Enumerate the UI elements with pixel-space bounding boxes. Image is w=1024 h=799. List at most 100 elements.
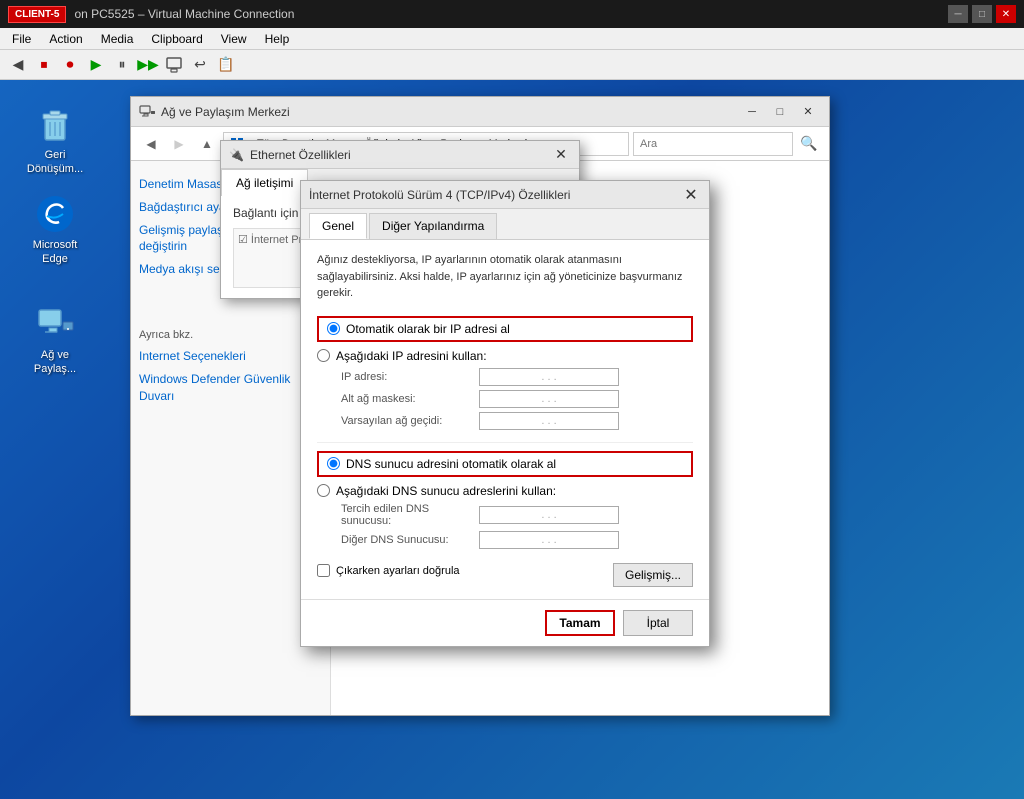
subnet-mask-row: Alt ağ maskesi: . . .: [317, 388, 693, 410]
ipv4-tab-general[interactable]: Genel: [309, 213, 367, 239]
advanced-button[interactable]: Gelişmiş...: [613, 563, 693, 587]
manual-dns-radio-row[interactable]: Aşağıdaki DNS sunucu adreslerini kullan:: [317, 481, 693, 501]
ip-address-row: IP adresi: . . .: [317, 366, 693, 388]
ethernet-icon: 🔌: [229, 148, 244, 162]
validate-checkbox[interactable]: [317, 564, 330, 577]
preferred-dns-row: Tercih edilen DNS sunucusu: . . .: [317, 501, 693, 529]
ipv4-close-button[interactable]: ✕: [681, 185, 701, 205]
ethernet-tab-network[interactable]: Ağ iletişimi: [221, 169, 308, 196]
menu-action[interactable]: Action: [41, 30, 90, 48]
vm-toolbar: ◀ ⏹ ⏺ ▶ ⏸ ▶▶ ↩ 📋: [0, 50, 1024, 80]
toolbar-stop-button[interactable]: ⏹: [32, 53, 56, 77]
sidebar-link-firewall[interactable]: Windows Defender Güvenlik Duvarı: [139, 368, 322, 408]
client-badge: CLIENT-5: [8, 6, 66, 23]
manual-dns-radio[interactable]: [317, 484, 330, 497]
network-window-title-text: Ağ ve Paylaşım Merkezi: [161, 105, 290, 119]
edge-icon: [35, 194, 75, 234]
search-button[interactable]: 🔍: [797, 132, 821, 156]
alternate-dns-input[interactable]: . . .: [479, 531, 619, 549]
ethernet-close-button[interactable]: ✕: [551, 145, 571, 165]
ipv4-titlebar: İnternet Protokolü Sürüm 4 (TCP/IPv4) Öz…: [301, 181, 709, 209]
sidebar-also-section: Ayrıca bkz. Internet Seçenekleri Windows…: [139, 297, 322, 407]
manual-ip-label: Aşağıdaki IP adresini kullan:: [336, 349, 487, 363]
nav-back-button[interactable]: ◀: [139, 132, 163, 156]
auto-dns-radio[interactable]: [327, 457, 340, 470]
toolbar-back-button[interactable]: ◀: [6, 53, 30, 77]
auto-ip-label: Otomatik olarak bir IP adresi al: [346, 322, 510, 336]
gateway-input[interactable]: . . .: [479, 412, 619, 430]
sidebar-also-label: Ayrıca bkz.: [139, 329, 322, 341]
vm-title-left: CLIENT-5 on PC5525 – Virtual Machine Con…: [8, 6, 294, 23]
ip-address-label: IP adresi:: [341, 371, 471, 383]
search-input[interactable]: [633, 132, 793, 156]
network-window-controls: ─ □ ✕: [739, 101, 821, 123]
vm-close-button[interactable]: ✕: [996, 5, 1016, 23]
toolbar-forward-button[interactable]: ▶▶: [136, 53, 160, 77]
network-close-button[interactable]: ✕: [795, 101, 821, 123]
vm-title-controls: ─ □ ✕: [948, 5, 1016, 23]
alternate-dns-row: Diğer DNS Sunucusu: . . .: [317, 529, 693, 551]
manual-ip-radio[interactable]: [317, 349, 330, 362]
menu-file[interactable]: File: [4, 30, 39, 48]
desktop: GeriDönüşüm... MicrosoftEdge: [0, 80, 1024, 799]
toolbar-play-button[interactable]: ▶: [84, 53, 108, 77]
vm-minimize-button[interactable]: ─: [948, 5, 968, 23]
subnet-mask-input[interactable]: . . .: [479, 390, 619, 408]
network-label: Ağ vePaylaş...: [34, 348, 76, 377]
network-window-title: Ağ ve Paylaşım Merkezi: [139, 104, 290, 120]
ipv4-body: Ağınız destekliyorsa, IP ayarlarının oto…: [301, 240, 709, 599]
toolbar-clipboard-button[interactable]: 📋: [214, 53, 238, 77]
gateway-label: Varsayılan ağ geçidi:: [341, 415, 471, 427]
auto-dns-label: DNS sunucu adresini otomatik olarak al: [346, 457, 556, 471]
toolbar-undo-button[interactable]: ↩: [188, 53, 212, 77]
network-maximize-button[interactable]: □: [767, 101, 793, 123]
validate-checkbox-row[interactable]: Çıkarken ayarları doğrula: [317, 564, 460, 577]
vm-titlebar: CLIENT-5 on PC5525 – Virtual Machine Con…: [0, 0, 1024, 28]
manual-dns-label: Aşağıdaki DNS sunucu adreslerini kullan:: [336, 484, 556, 498]
network-window-titlebar: Ağ ve Paylaşım Merkezi ─ □ ✕: [131, 97, 829, 127]
ipv4-tabs: Genel Diğer Yapılandırma: [301, 209, 709, 240]
recycle-bin-label: GeriDönüşüm...: [27, 148, 83, 177]
vm-menubar: File Action Media Clipboard View Help: [0, 28, 1024, 50]
sidebar-link-internet-options[interactable]: Internet Seçenekleri: [139, 345, 322, 368]
section-divider: [317, 442, 693, 443]
network-minimize-button[interactable]: ─: [739, 101, 765, 123]
menu-clipboard[interactable]: Clipboard: [143, 30, 210, 48]
auto-ip-radio[interactable]: [327, 322, 340, 335]
cancel-button[interactable]: İptal: [623, 610, 693, 636]
vm-maximize-button[interactable]: □: [972, 5, 992, 23]
manual-ip-radio-row[interactable]: Aşağıdaki IP adresini kullan:: [317, 346, 693, 366]
vm-title-text: on PC5525 – Virtual Machine Connection: [74, 7, 294, 21]
ipv4-tab-alternate[interactable]: Diğer Yapılandırma: [369, 213, 497, 239]
subnet-mask-label: Alt ağ maskesi:: [341, 393, 471, 405]
ethernet-titlebar: 🔌 Ethernet Özellikleri ✕: [221, 141, 579, 169]
ipv4-bottom-buttons: Tamam İptal: [301, 599, 709, 646]
validate-label: Çıkarken ayarları doğrula: [336, 565, 460, 577]
vm-window: CLIENT-5 on PC5525 – Virtual Machine Con…: [0, 0, 1024, 799]
recycle-bin-icon: [35, 104, 75, 144]
ipv4-title-text: İnternet Protokolü Sürüm 4 (TCP/IPv4) Öz…: [309, 188, 570, 202]
toolbar-network-button[interactable]: [162, 53, 186, 77]
auto-ip-radio-row[interactable]: Otomatik olarak bir IP adresi al: [317, 316, 693, 342]
desktop-icon-recycle[interactable]: GeriDönüşüm...: [20, 100, 90, 181]
auto-dns-radio-row[interactable]: DNS sunucu adresini otomatik olarak al: [317, 451, 693, 477]
ok-button[interactable]: Tamam: [545, 610, 615, 636]
bottom-row: Çıkarken ayarları doğrula Gelişmiş...: [317, 563, 693, 587]
ipv4-dialog: İnternet Protokolü Sürüm 4 (TCP/IPv4) Öz…: [300, 180, 710, 647]
nav-forward-button[interactable]: ▶: [167, 132, 191, 156]
edge-label: MicrosoftEdge: [33, 238, 78, 267]
network-icon: [35, 304, 75, 344]
menu-media[interactable]: Media: [93, 30, 142, 48]
desktop-icon-edge[interactable]: MicrosoftEdge: [20, 190, 90, 271]
toolbar-pause-button[interactable]: ⏸: [110, 53, 134, 77]
ethernet-title: 🔌 Ethernet Özellikleri: [229, 148, 351, 162]
desktop-icon-network[interactable]: Ağ vePaylaş...: [20, 300, 90, 381]
nav-up-button[interactable]: ▲: [195, 132, 219, 156]
toolbar-record-button[interactable]: ⏺: [58, 53, 82, 77]
preferred-dns-input[interactable]: . . .: [479, 506, 619, 524]
ipv4-description: Ağınız destekliyorsa, IP ayarlarının oto…: [317, 252, 693, 302]
menu-view[interactable]: View: [213, 30, 255, 48]
ip-address-input[interactable]: . . .: [479, 368, 619, 386]
menu-help[interactable]: Help: [257, 30, 298, 48]
ethernet-title-text: Ethernet Özellikleri: [250, 148, 351, 162]
